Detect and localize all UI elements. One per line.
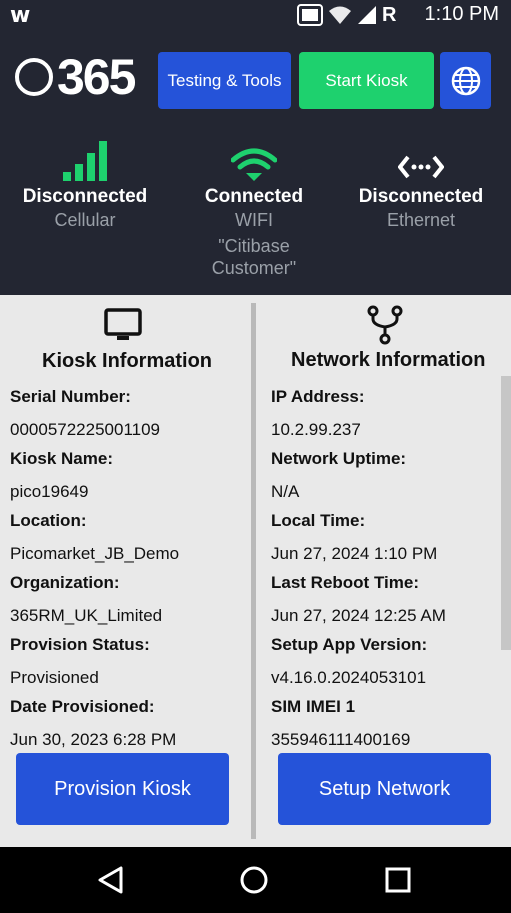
wifi-status: Connected WIFI "Citibase Customer" [169, 138, 339, 279]
kiosk-name-label: Kiosk Name: [10, 449, 113, 468]
cellular-type-label: Cellular [54, 210, 116, 230]
start-kiosk-button[interactable]: Start Kiosk [299, 52, 434, 109]
ethernet-status-text: Disconnected [358, 186, 484, 207]
logo-365: 365 [15, 49, 136, 105]
back-icon[interactable] [95, 864, 127, 896]
testing-tools-button[interactable]: Testing & Tools [158, 52, 291, 109]
wifi-icon [329, 6, 351, 24]
organization-value: 365RM_UK_Limited [10, 606, 163, 625]
cell-signal-icon [63, 141, 107, 181]
navigation-bar [0, 847, 511, 913]
display-icon [297, 4, 323, 26]
scrollbar[interactable] [501, 376, 511, 650]
location-value: Picomarket_JB_Demo [10, 544, 180, 563]
local-time-label: Local Time: [271, 511, 366, 530]
network-information-title: Network Information [291, 349, 486, 371]
network-fork-icon [367, 305, 403, 345]
local-time-value: Jun 27, 2024 1:10 PM [271, 544, 438, 563]
sim-imei-value: 355946111400169 [271, 730, 411, 749]
cellular-status-text: Disconnected [22, 186, 148, 207]
ethernet-icon [398, 155, 444, 179]
status-bar: w R 1:10 PM [0, 0, 511, 30]
language-button[interactable] [440, 52, 491, 109]
network-fields: IP Address: 10.2.99.237 Network Uptime: … [271, 383, 446, 755]
cellular-status: Disconnected Cellular [0, 138, 170, 231]
panel-divider [251, 303, 256, 839]
header: 365 Testing & Tools Start Kiosk Disconne… [0, 30, 511, 295]
serial-number-label: Serial Number: [10, 387, 131, 406]
status-icons: R [296, 2, 396, 28]
location-label: Location: [10, 511, 87, 530]
wifi-ssid: "Citibase Customer" [211, 236, 297, 278]
ethernet-status: Disconnected Ethernet [336, 138, 506, 231]
home-icon[interactable] [238, 864, 270, 896]
wifi-type-label: WIFI [235, 210, 273, 230]
wifi-icon [231, 148, 277, 181]
serial-number-value: 0000572225001109 [10, 420, 161, 439]
wifi-status-text: Connected [204, 186, 304, 207]
recents-icon[interactable] [382, 864, 414, 896]
logo-ring-icon [15, 58, 53, 96]
network-uptime-label: Network Uptime: [271, 449, 407, 468]
date-provisioned-label: Date Provisioned: [10, 697, 155, 716]
setup-app-version-value: v4.16.0.2024053101 [271, 668, 427, 687]
ip-address-label: IP Address: [271, 387, 365, 406]
app-notification-icon: w [10, 3, 30, 28]
globe-icon [451, 66, 480, 95]
last-reboot-label: Last Reboot Time: [271, 573, 419, 592]
carrier-label: R [382, 3, 397, 26]
provision-status-value: Provisioned [10, 668, 99, 687]
provision-kiosk-button[interactable]: Provision Kiosk [16, 753, 229, 825]
clock: 1:10 PM [424, 3, 499, 25]
kiosk-name-value: pico19649 [10, 482, 89, 501]
date-provisioned-value: Jun 30, 2023 6:28 PM [10, 730, 177, 749]
ip-address-value: 10.2.99.237 [271, 420, 361, 439]
last-reboot-value: Jun 27, 2024 12:25 AM [271, 606, 446, 625]
sim-imei-label: SIM IMEI 1 [271, 697, 356, 716]
monitor-icon [104, 308, 142, 340]
provision-status-label: Provision Status: [10, 635, 150, 654]
cell-signal-icon [358, 6, 376, 24]
kiosk-information-panel: Kiosk Information Serial Number: 0000572… [0, 295, 251, 847]
network-uptime-value: N/A [271, 482, 300, 501]
ethernet-type-label: Ethernet [386, 210, 456, 230]
setup-network-button[interactable]: Setup Network [278, 753, 491, 825]
setup-app-version-label: Setup App Version: [271, 635, 428, 654]
kiosk-information-title: Kiosk Information [42, 350, 213, 372]
network-information-panel: Network Information IP Address: 10.2.99.… [258, 295, 511, 847]
kiosk-fields: Serial Number: 0000572225001109 Kiosk Na… [10, 383, 179, 755]
organization-label: Organization: [10, 573, 120, 592]
logo-text: 365 [57, 49, 136, 105]
